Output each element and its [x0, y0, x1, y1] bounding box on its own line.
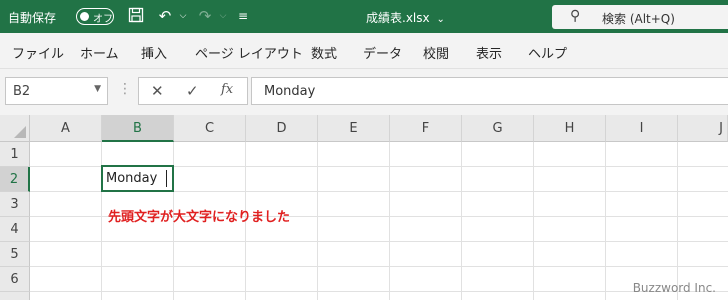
column-header-e[interactable]: E — [318, 115, 390, 142]
row-header-5[interactable]: 5 — [0, 242, 30, 267]
tab-home[interactable]: ホーム — [80, 43, 119, 62]
row-header-3[interactable]: 3 — [0, 192, 30, 217]
tab-help[interactable]: ヘルプ — [528, 43, 567, 62]
formula-buttons: ✕ ✓ fx — [138, 77, 248, 105]
customize-quick-access-icon[interactable]: ≡ — [234, 7, 252, 25]
column-header-a[interactable]: A — [30, 115, 102, 142]
watermark-text: Buzzword Inc. — [632, 281, 716, 295]
file-name[interactable]: 成績表.xlsx ⌄ — [366, 9, 445, 26]
row-header-2[interactable]: 2 — [0, 167, 30, 192]
tab-data[interactable]: データ — [363, 43, 402, 62]
column-header-b[interactable]: B — [102, 115, 174, 142]
tab-view[interactable]: 表示 — [476, 43, 502, 62]
toggle-knob — [80, 12, 89, 21]
search-box[interactable]: ⚲ 検索 (Alt+Q) — [552, 5, 728, 29]
tab-file[interactable]: ファイル — [12, 43, 64, 62]
chevron-down-icon: ⌄ — [436, 14, 445, 25]
select-all-button[interactable] — [0, 115, 30, 142]
name-box-dropdown-icon[interactable]: ▼ — [94, 84, 101, 94]
save-icon[interactable] — [127, 7, 145, 25]
enter-check-icon[interactable]: ✓ — [186, 82, 199, 100]
column-header-g[interactable]: G — [462, 115, 534, 142]
column-header-d[interactable]: D — [246, 115, 318, 142]
formula-bar: B2 ▼ ⋮ ✕ ✓ fx Monday — [0, 69, 728, 115]
column-header-f[interactable]: F — [390, 115, 462, 142]
row-header-4[interactable]: 4 — [0, 217, 30, 242]
undo-dropdown-icon[interactable]: ⌵ — [174, 7, 192, 25]
formula-bar-grip-icon[interactable]: ⋮ — [118, 81, 132, 97]
row-header-6[interactable]: 6 — [0, 267, 30, 292]
column-header-i[interactable]: I — [606, 115, 678, 142]
file-name-text: 成績表.xlsx — [366, 11, 430, 25]
tab-insert[interactable]: 挿入 — [141, 43, 167, 62]
formula-content: Monday — [264, 84, 316, 99]
spreadsheet-grid[interactable]: A B C D E F G H I J 1 2 3 4 5 6 Monday 先… — [0, 115, 728, 300]
insert-function-icon[interactable]: fx — [221, 82, 233, 97]
undo-icon[interactable]: ↶ — [156, 7, 174, 25]
active-cell-b2[interactable]: Monday — [101, 165, 174, 192]
column-header-j[interactable]: J — [678, 115, 728, 142]
name-box-value: B2 — [13, 84, 31, 99]
row-header-7[interactable] — [0, 292, 30, 300]
cancel-icon[interactable]: ✕ — [151, 82, 164, 100]
tab-formulas[interactable]: 数式 — [311, 43, 337, 62]
autosave-toggle[interactable]: オフ — [76, 8, 114, 25]
tab-page-layout[interactable]: ページ レイアウト — [195, 43, 303, 62]
column-header-c[interactable]: C — [174, 115, 246, 142]
gridline — [30, 266, 728, 267]
text-cursor — [166, 170, 167, 187]
autosave-label: 自動保存 — [8, 11, 57, 25]
redo-dropdown-icon[interactable]: ⌵ — [214, 7, 232, 25]
select-all-triangle-icon — [14, 126, 26, 138]
redo-icon[interactable]: ↷ — [196, 7, 214, 25]
column-header-h[interactable]: H — [534, 115, 606, 142]
formula-input[interactable]: Monday — [251, 77, 728, 105]
gridline — [30, 241, 728, 242]
autosave-state: オフ — [93, 14, 113, 25]
title-bar: 自動保存 オフ ↶ ⌵ ↷ ⌵ ≡ 成績表.xlsx ⌄ ⚲ 検索 (Alt+Q… — [0, 0, 728, 33]
search-label: 検索 (Alt+Q) — [602, 12, 675, 26]
tab-review[interactable]: 校閲 — [423, 43, 449, 62]
gridline — [30, 291, 728, 292]
row-header-1[interactable]: 1 — [0, 142, 30, 167]
active-cell-value: Monday — [106, 171, 158, 186]
annotation-text: 先頭文字が大文字になりました — [108, 210, 291, 225]
name-box[interactable]: B2 ▼ — [5, 77, 108, 105]
ribbon-tabs: ファイル ホーム 挿入 ページ レイアウト 数式 データ 校閲 表示 ヘルプ — [0, 33, 728, 69]
search-icon: ⚲ — [570, 8, 581, 24]
